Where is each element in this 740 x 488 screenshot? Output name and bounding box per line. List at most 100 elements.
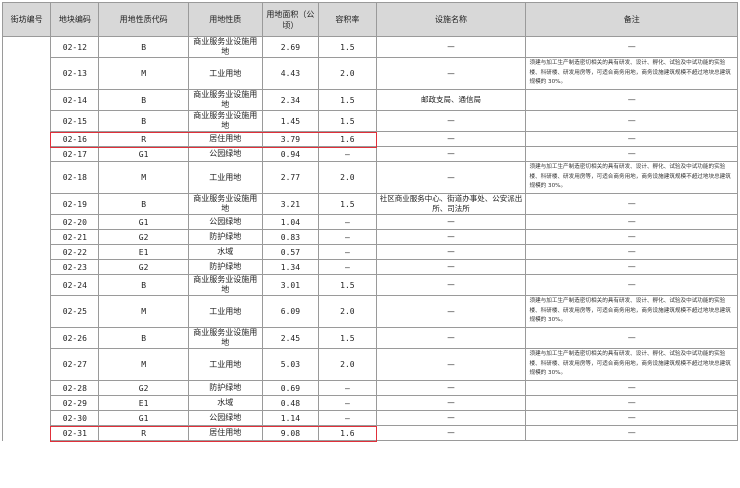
area-cell: 1.14 bbox=[261, 410, 320, 426]
table-row: 02-24 B 商业服务业设施用地 3.01 1.5— — bbox=[3, 274, 738, 296]
plot-cell: 02-28 bbox=[50, 380, 100, 396]
facility-cell: — bbox=[375, 36, 527, 58]
header-plot: 地块编码 bbox=[50, 2, 100, 37]
far-cell: — bbox=[318, 229, 377, 245]
far-cell: — bbox=[318, 214, 377, 230]
plot-cell: 02-24 bbox=[50, 274, 100, 296]
table-row: 02-23 G2 防护绿地 1.34— — — bbox=[3, 259, 738, 275]
plot-cell: 02-16 bbox=[50, 131, 100, 147]
table-row: 02-12 B 商业服务业设施用地 2.69 1.5— — bbox=[1, 36, 738, 441]
far-cell: 1.5 bbox=[318, 110, 377, 132]
table-row: 02-26 B 商业服务业设施用地 2.45 1.5— — bbox=[3, 327, 738, 349]
plot-cell: 02-25 bbox=[50, 295, 100, 328]
table-row: 02-31 R 居住用地 9.08 1.6— — bbox=[3, 425, 738, 441]
table-row: 02-30 G1 公园绿地 1.14— — — bbox=[3, 410, 738, 426]
area-cell: 0.48 bbox=[261, 395, 320, 411]
area-cell: 5.03 bbox=[261, 348, 320, 381]
header-nature: 用地性质 bbox=[187, 2, 263, 37]
plot-cell: 02-20 bbox=[50, 214, 100, 230]
plot-cell: 02-15 bbox=[50, 110, 100, 132]
nature-cell: 商业服务业设施用地 bbox=[187, 89, 263, 111]
plot-cell: 02-19 bbox=[50, 193, 100, 215]
code-cell: B bbox=[98, 274, 189, 296]
code-cell: R bbox=[98, 131, 189, 147]
table-row: 02-15 B 商业服务业设施用地 1.45 1.5— — bbox=[3, 110, 738, 132]
code-cell: G2 bbox=[98, 229, 189, 245]
far-cell: 1.5 bbox=[318, 327, 377, 349]
facility-cell: — bbox=[375, 229, 527, 245]
area-cell: 0.83 bbox=[261, 229, 320, 245]
area-cell: 9.08 bbox=[261, 425, 320, 441]
land-use-table: 街坊编号 地块编码 用地性质代码 用地性质 用地面积（公顷） 容积率 设施名称 … bbox=[1, 2, 738, 441]
code-cell: B bbox=[98, 110, 189, 132]
block-id-cell bbox=[1, 36, 52, 441]
code-cell: B bbox=[98, 193, 189, 215]
area-cell: 1.45 bbox=[261, 110, 320, 132]
facility-cell: — bbox=[375, 295, 527, 328]
far-cell: 1.5 bbox=[318, 36, 377, 58]
far-cell: 2.0 bbox=[318, 295, 377, 328]
area-cell: 1.34 bbox=[261, 259, 320, 275]
nature-cell: 商业服务业设施用地 bbox=[187, 193, 263, 215]
far-cell: 1.5 bbox=[318, 274, 377, 296]
note-cell: 须建与加工生产制造密切相关的具有研发、设计、孵化、试验及中试功能的实验楼、科研楼… bbox=[525, 161, 738, 194]
nature-cell: 居住用地 bbox=[187, 131, 263, 147]
code-cell: M bbox=[98, 161, 189, 194]
table-row: 02-20 G1 公园绿地 1.04— — — bbox=[3, 214, 738, 230]
code-cell: B bbox=[98, 327, 189, 349]
plot-cell: 02-12 bbox=[50, 36, 100, 58]
code-cell: B bbox=[98, 89, 189, 111]
facility-cell: — bbox=[375, 348, 527, 381]
note-cell: — bbox=[525, 380, 738, 396]
far-cell: 2.0 bbox=[318, 57, 377, 90]
facility-cell: — bbox=[375, 259, 527, 275]
note-cell: — bbox=[525, 395, 738, 411]
far-cell: 2.0 bbox=[318, 348, 377, 381]
code-cell: G1 bbox=[98, 214, 189, 230]
facility-cell: — bbox=[375, 395, 527, 411]
note-cell: 须建与加工生产制造密切相关的具有研发、设计、孵化、试验及中试功能的实验楼、科研楼… bbox=[525, 295, 738, 328]
code-cell: M bbox=[98, 348, 189, 381]
area-cell: 1.04 bbox=[261, 214, 320, 230]
plot-cell: 02-13 bbox=[50, 57, 100, 90]
facility-cell: — bbox=[375, 425, 527, 441]
area-cell: 0.94 bbox=[261, 146, 320, 162]
code-cell: M bbox=[98, 295, 189, 328]
plot-cell: 02-17 bbox=[50, 146, 100, 162]
header-note: 备注 bbox=[525, 2, 738, 37]
plot-cell: 02-21 bbox=[50, 229, 100, 245]
facility-cell: — bbox=[375, 214, 527, 230]
table-body: 02-12 B 商业服务业设施用地 2.69 1.5— —02-13 M 工业用地 4.43 2.… bbox=[1, 36, 738, 441]
table-row: 02-13 M 工业用地 4.43 2.0— 须建与加工生产制造密切相关的具有研发、设计、… bbox=[3, 57, 738, 90]
code-cell: E1 bbox=[98, 244, 189, 260]
area-cell: 0.69 bbox=[261, 380, 320, 396]
table-row: 02-25 M 工业用地 6.09 2.0— 须建与加工生产制造密切相关的具有研发、设计、… bbox=[3, 295, 738, 328]
header-code: 用地性质代码 bbox=[98, 2, 189, 37]
area-cell: 2.45 bbox=[261, 327, 320, 349]
nature-cell: 商业服务业设施用地 bbox=[187, 327, 263, 349]
nature-cell: 公园绿地 bbox=[187, 146, 263, 162]
plot-cell: 02-18 bbox=[50, 161, 100, 194]
note-cell: — bbox=[525, 146, 738, 162]
nature-cell: 水域 bbox=[187, 395, 263, 411]
facility-cell: 邮政支局、通信局 bbox=[375, 89, 527, 111]
code-cell: M bbox=[98, 57, 189, 90]
facility-cell: — bbox=[375, 410, 527, 426]
nature-cell: 工业用地 bbox=[187, 295, 263, 328]
note-cell: — bbox=[525, 425, 738, 441]
code-cell: E1 bbox=[98, 395, 189, 411]
note-cell: — bbox=[525, 229, 738, 245]
note-cell: — bbox=[525, 259, 738, 275]
far-cell: — bbox=[318, 259, 377, 275]
note-cell: — bbox=[525, 193, 738, 215]
facility-cell: — bbox=[375, 380, 527, 396]
table-row: 02-16 R 居住用地 3.79 1.6— — bbox=[3, 131, 738, 147]
code-cell: G2 bbox=[98, 380, 189, 396]
area-cell: 2.69 bbox=[261, 36, 320, 58]
far-cell: 1.6 bbox=[318, 131, 377, 147]
code-cell: B bbox=[98, 36, 189, 58]
note-cell: — bbox=[525, 214, 738, 230]
code-cell: R bbox=[98, 425, 189, 441]
table-row: 02-18 M 工业用地 2.77 2.0— 须建与加工生产制造密切相关的具有研发、设计、… bbox=[3, 161, 738, 194]
note-cell: — bbox=[525, 274, 738, 296]
